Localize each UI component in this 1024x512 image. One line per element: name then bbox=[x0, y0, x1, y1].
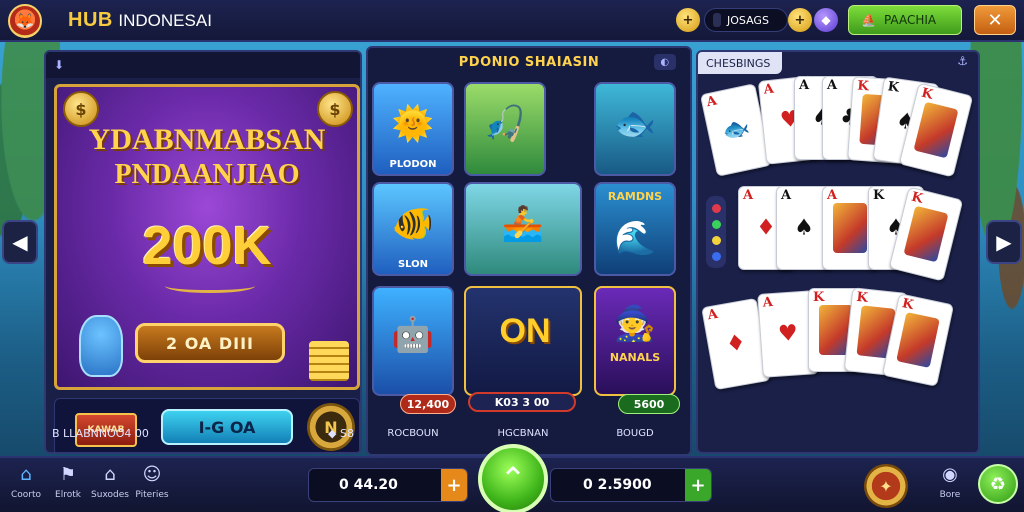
next-arrow-button[interactable]: ▶ bbox=[986, 220, 1022, 264]
fishing-rod-fish-icon: 🎣 bbox=[483, 103, 527, 144]
bet-value: 0 44.20 bbox=[339, 477, 398, 493]
tile-footer-label: BOUGD bbox=[616, 428, 654, 439]
fish-icon: 🐟 bbox=[613, 103, 657, 144]
coin-icon[interactable]: + bbox=[676, 8, 700, 32]
user-icon: ☺ bbox=[142, 464, 162, 485]
action-button[interactable]: ⛵ PAACHIA bbox=[848, 5, 962, 35]
brand-light: INDONESAI bbox=[118, 11, 212, 30]
pin-icon[interactable]: ⚓ bbox=[957, 54, 968, 68]
green-light-icon bbox=[711, 219, 721, 229]
game-tile[interactable]: 🤖 bbox=[372, 286, 454, 396]
close-button[interactable]: ✕ bbox=[974, 5, 1016, 35]
tile-footer-label: HGCBNAN bbox=[497, 428, 549, 439]
jackpot-bar: 12,400 bbox=[400, 394, 456, 414]
game-tile[interactable]: ON bbox=[464, 286, 582, 396]
toggle-icon[interactable]: ◐ bbox=[654, 54, 676, 70]
promo-claim-button[interactable]: 2 OA DIII bbox=[135, 323, 285, 363]
profile-icon: ◉ bbox=[942, 464, 958, 485]
increase-bet-button[interactable]: + bbox=[441, 469, 467, 501]
on-sign-label: ON bbox=[499, 312, 551, 350]
yellow-light-icon bbox=[711, 235, 721, 245]
add-coins-button[interactable]: + bbox=[788, 8, 812, 32]
sun-face-icon: 🌞 bbox=[391, 103, 435, 144]
nav-label: Bore bbox=[939, 490, 961, 500]
nav-item-bookmark[interactable]: ⚑ Elrotk bbox=[48, 464, 88, 510]
ship-icon: ⛵ bbox=[861, 13, 876, 27]
nav-item-home[interactable]: ⌂ Coorto bbox=[6, 464, 46, 510]
down-arrow-icon[interactable]: ⬇ bbox=[54, 58, 64, 72]
action-label: PAACHIA bbox=[883, 13, 937, 27]
spin-button[interactable]: ⌃ bbox=[478, 444, 548, 512]
wave-icon: 🌊 bbox=[613, 218, 657, 258]
nav-label: Suxodes bbox=[91, 490, 129, 500]
game-tile[interactable]: RAMDNS 🌊 bbox=[594, 182, 676, 276]
promo-amount: 200K bbox=[142, 216, 272, 276]
promo-subtitle: PNDAANJIAO bbox=[114, 159, 300, 190]
dolphin-mascot-icon bbox=[79, 315, 123, 377]
prev-arrow-button[interactable]: ◀ bbox=[2, 220, 38, 264]
bookmark-icon: ⚑ bbox=[59, 464, 77, 485]
slots-title: PDONIO SHAIASIN bbox=[458, 54, 600, 70]
card-table-title: CHESBINGS bbox=[698, 52, 782, 74]
increase-win-button[interactable]: + bbox=[685, 469, 711, 501]
game-tile-caption: SLON bbox=[397, 259, 429, 270]
top-bar: 🦊 HUB INDONESAI + JOSAGS + ◆ ⛵ PAACHIA ✕ bbox=[0, 0, 1024, 42]
balance-value: JOSAGS bbox=[727, 13, 769, 27]
game-tile[interactable]: 🐟 bbox=[594, 82, 676, 176]
bet-counter-right: 0 2.5900 + bbox=[550, 468, 712, 502]
jackpot-bar: 5600 bbox=[618, 394, 680, 414]
card-table-panel: CHESBINGS ⚓ A🐟 A♥ A♠ A♣ KK K♠ KK A♦ A♠ A… bbox=[696, 50, 980, 454]
game-tile-caption: NANALS bbox=[609, 351, 661, 364]
game-tile-caption: PLODON bbox=[389, 159, 437, 170]
jackpot-bar: K03 3 00 bbox=[468, 392, 576, 412]
promo-banner[interactable]: $ $ YDABNMABSAN PNDAANJIAO 200K 2 OA DII… bbox=[54, 84, 360, 390]
win-value: 0 2.5900 bbox=[583, 477, 652, 493]
app-logo-icon[interactable]: 🦊 bbox=[8, 4, 42, 38]
status-lights bbox=[706, 196, 726, 268]
nav-item-house[interactable]: ⌂ Suxodes bbox=[90, 464, 130, 510]
ornament-divider bbox=[165, 279, 255, 293]
nav-item-user[interactable]: ☺ Piteries bbox=[132, 464, 172, 510]
tile-footer-label: ROCBOUN bbox=[387, 428, 439, 439]
portrait-icon: 🧙 bbox=[613, 304, 657, 345]
boat-fisherman-icon: 🚣 bbox=[501, 203, 545, 244]
promo-footer-value: S8 bbox=[340, 426, 354, 440]
promo-footer: B LLABNNOO4 00 ◆ S8 bbox=[44, 422, 362, 444]
nav-item-profile[interactable]: ◉ Bore bbox=[930, 464, 970, 510]
diamond-icon: ◆ bbox=[328, 426, 341, 440]
gem-icon[interactable]: ◆ bbox=[814, 8, 838, 32]
promo-footer-left: B LLABNNOO4 00 bbox=[52, 426, 149, 440]
crest-icon[interactable]: ✦ bbox=[864, 464, 908, 508]
promo-header: ⬇ bbox=[46, 52, 360, 78]
brand-bold: HUB bbox=[68, 9, 113, 31]
game-tile[interactable]: 🎣 bbox=[464, 82, 546, 176]
balance-display: JOSAGS bbox=[704, 8, 788, 32]
gold-coin-icon: $ bbox=[317, 91, 353, 127]
slots-header: PDONIO SHAIASIN ◐ bbox=[368, 48, 690, 76]
gold-coin-icon: $ bbox=[63, 91, 99, 127]
game-tile[interactable]: 🐠 SLON bbox=[372, 182, 454, 276]
blue-light-icon bbox=[711, 251, 721, 261]
promo-footer-right: ◆ S8 bbox=[328, 427, 354, 440]
fish-icon: 🐠 bbox=[391, 203, 435, 244]
recycle-icon[interactable]: ♻ bbox=[978, 464, 1018, 504]
nav-label: Coorto bbox=[10, 490, 42, 500]
home-icon: ⌂ bbox=[20, 464, 32, 485]
wallet-icon bbox=[713, 13, 721, 27]
mascot-icon: 🤖 bbox=[391, 314, 435, 355]
promo-title: YDABNMABSAN bbox=[88, 123, 326, 156]
game-tile[interactable]: 🧙 NANALS bbox=[594, 286, 676, 396]
promo-panel: ⬇ $ $ YDABNMABSAN PNDAANJIAO 200K 2 OA D… bbox=[44, 50, 362, 454]
game-tile-caption: RAMDNS bbox=[607, 190, 663, 203]
game-tile[interactable]: 🚣 bbox=[464, 182, 582, 276]
brand-title: HUB INDONESAI bbox=[68, 9, 212, 32]
nav-label: Elrotk bbox=[55, 490, 81, 500]
game-tile[interactable]: 🌞 PLODON bbox=[372, 82, 454, 176]
red-light-icon bbox=[711, 203, 721, 213]
nav-label: Piteries bbox=[135, 490, 169, 500]
house-icon: ⌂ bbox=[104, 464, 116, 485]
gold-stack-icon bbox=[309, 341, 349, 381]
bet-counter-left: 0 44.20 + bbox=[308, 468, 468, 502]
